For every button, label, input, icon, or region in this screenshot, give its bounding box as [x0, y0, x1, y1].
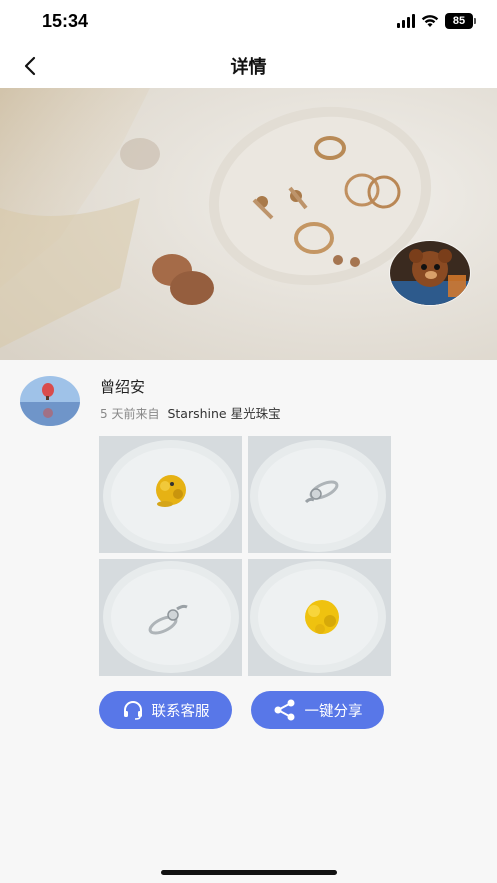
avatar[interactable] [20, 376, 80, 426]
navigation-bar: 详情 [0, 44, 497, 88]
post-meta: 5 天前来自 Starshine 星光珠宝 [100, 403, 281, 422]
post-time: 5 天前来自 [100, 407, 160, 421]
avatar[interactable] [389, 240, 471, 306]
share-button[interactable]: 一键分享 [251, 691, 384, 729]
status-icons: 85 [397, 13, 476, 29]
user-name[interactable]: 曾绍安 [100, 376, 145, 397]
share-icon [274, 699, 294, 721]
contact-service-label: 联系客服 [151, 703, 210, 720]
wifi-icon [421, 15, 439, 27]
post: 曾绍安 5 天前来自 Starshine 星光珠宝 联系客服 一键分享 [0, 360, 497, 883]
page-title: 详情 [230, 57, 267, 78]
headset-icon [123, 701, 142, 720]
cover-image [0, 88, 497, 360]
status-time: 15:34 [42, 11, 89, 31]
photo-gold-flower-ring[interactable] [99, 436, 242, 553]
home-indicator [161, 870, 337, 875]
contact-service-button[interactable]: 联系客服 [99, 691, 232, 729]
photo-silver-ring[interactable] [248, 436, 391, 553]
share-label: 一键分享 [304, 703, 363, 720]
photo-silver-ring[interactable] [99, 559, 242, 676]
status-bar: 15:34 85 [0, 0, 497, 44]
action-row: 联系客服 一键分享 [99, 691, 384, 729]
cellular-signal-icon [397, 14, 415, 28]
battery-icon: 85 [445, 13, 476, 29]
shop-name[interactable]: Starshine 星光珠宝 [167, 403, 280, 422]
photo-grid [99, 436, 391, 676]
photo-gold-flower-ring[interactable] [248, 559, 391, 676]
